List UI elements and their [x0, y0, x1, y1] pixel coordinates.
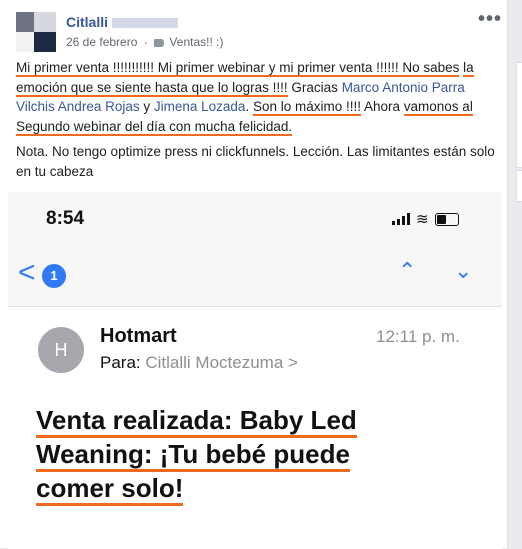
back-chevron-icon: <	[18, 256, 36, 289]
mention-link[interactable]: Andrea Rojas	[58, 99, 140, 114]
chevron-down-icon: ⌄	[454, 258, 473, 283]
email-view: H Hotmart Para: Citlalli Moctezuma > 12:…	[8, 306, 502, 549]
unread-badge: 1	[42, 264, 66, 288]
email-time: 12:11 p. m.	[376, 327, 460, 346]
tag-icon	[154, 38, 165, 47]
author-avatar[interactable]	[16, 12, 56, 52]
side-panel-edge	[516, 62, 522, 168]
email-sender: Hotmart	[100, 325, 177, 347]
ios-status-area: 8:54 ≋ < 1 ⌃ ⌄	[8, 192, 502, 306]
post-text: Mi primer venta !!!!!!!!!!! Mi primer we…	[16, 58, 496, 187]
wifi-icon: ≋	[416, 211, 429, 228]
more-options-icon[interactable]: •••	[478, 8, 502, 31]
battery-icon	[434, 212, 459, 226]
post-paragraph-2: Nota. No tengo optimize press ni clickfu…	[16, 144, 495, 179]
status-icons: ≋	[392, 210, 459, 228]
post-paragraph-1: Mi primer venta !!!!!!!!!!! Mi primer we…	[16, 60, 474, 136]
facebook-post-card: Citlalli 26 de febrero · Ventas!! :) •••…	[0, 0, 508, 549]
status-time: 8:54	[46, 208, 85, 229]
signal-icon	[392, 213, 410, 225]
author-name[interactable]: Citlalli	[66, 14, 108, 30]
author-name-redaction	[112, 18, 178, 28]
sender-avatar: H	[38, 327, 84, 373]
email-recipient: Para: Citlalli Moctezuma >	[100, 353, 298, 372]
side-panel-edge	[516, 170, 522, 202]
mention-link[interactable]: Jimena Lozada	[154, 99, 246, 114]
post-meta: 26 de febrero · Ventas!! :)	[66, 35, 223, 49]
post-date[interactable]: 26 de febrero	[66, 35, 137, 49]
post-audience[interactable]: Ventas!! :)	[169, 35, 223, 49]
email-subject: Venta realizada: Baby Led Weaning: ¡Tu b…	[36, 403, 416, 506]
meta-separator: ·	[143, 35, 148, 49]
post-image[interactable]: 8:54 ≋ < 1 ⌃ ⌄ H Hotmart Para: Citlalli …	[8, 192, 502, 549]
chevron-up-icon: ⌃	[398, 258, 417, 283]
